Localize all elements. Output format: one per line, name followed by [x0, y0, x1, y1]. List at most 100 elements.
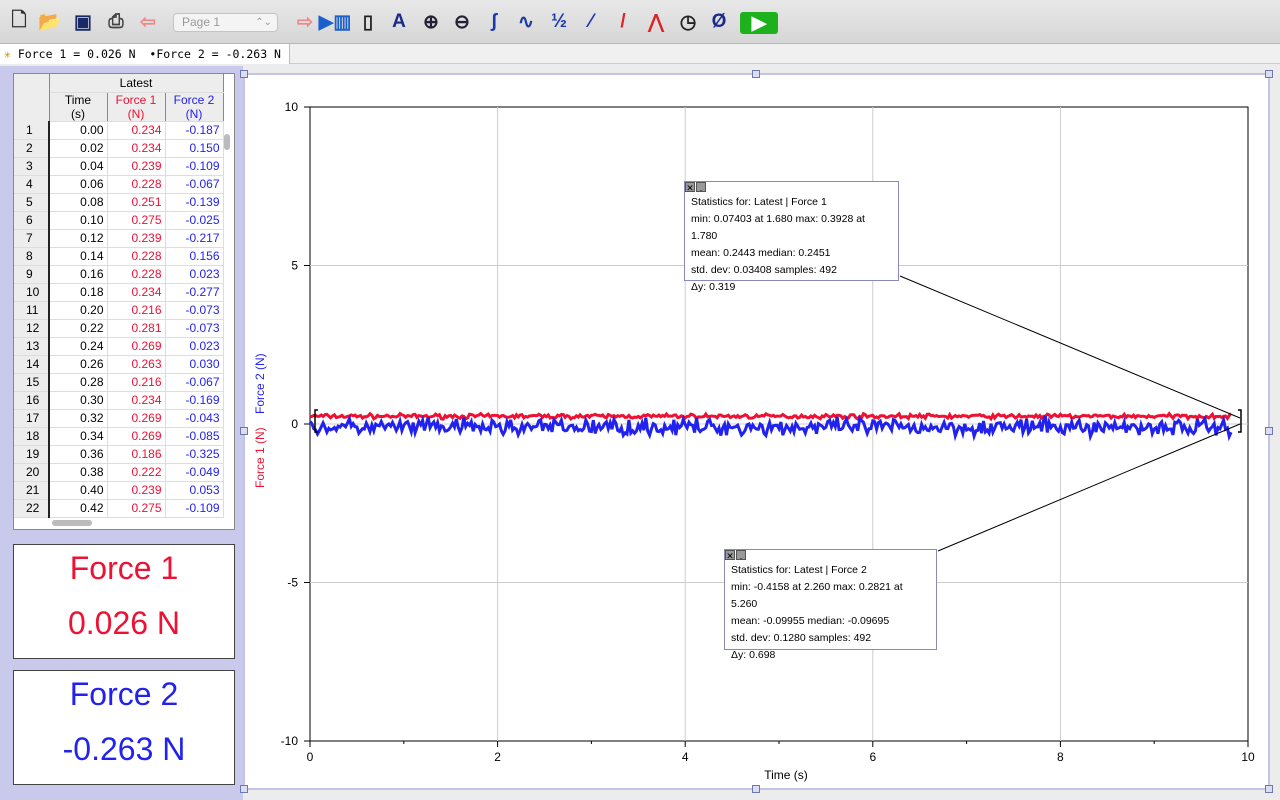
tangent-icon[interactable]: ⁄ — [578, 9, 604, 35]
force1-cell[interactable]: 0.281 — [107, 319, 166, 338]
force2-cell[interactable]: 0.023 — [165, 337, 224, 356]
linear-fit-icon[interactable]: / — [610, 9, 636, 35]
force1-cell[interactable]: 0.234 — [107, 283, 166, 302]
row-number[interactable]: 3 — [14, 157, 50, 176]
back-page-icon[interactable]: ⇦ — [135, 9, 161, 35]
time-cell[interactable]: 0.08 — [49, 193, 108, 212]
force1-cell[interactable]: 0.269 — [107, 409, 166, 428]
force1-cell[interactable]: 0.269 — [107, 337, 166, 356]
col-header-force2[interactable]: Force 2 (N) — [165, 92, 224, 122]
row-number[interactable]: 1 — [14, 121, 50, 140]
row-number[interactable]: 17 — [14, 409, 50, 428]
force2-cell[interactable]: -0.277 — [165, 283, 224, 302]
time-cell[interactable]: 0.36 — [49, 445, 108, 464]
time-cell[interactable]: 0.38 — [49, 463, 108, 482]
table-row[interactable]: 6 0.10 0.275 -0.025 — [14, 211, 224, 230]
close-icon[interactable]: ✕ — [685, 182, 695, 193]
force2-cell[interactable]: 0.030 — [165, 355, 224, 374]
time-cell[interactable]: 0.10 — [49, 211, 108, 230]
row-number[interactable]: 5 — [14, 193, 50, 212]
time-cell[interactable]: 0.34 — [49, 427, 108, 446]
force1-cell[interactable]: 0.234 — [107, 391, 166, 410]
force2-cell[interactable]: 0.023 — [165, 265, 224, 284]
time-cell[interactable]: 0.14 — [49, 247, 108, 266]
table-row[interactable]: 16 0.30 0.234 -0.169 — [14, 391, 224, 410]
row-number[interactable]: 14 — [14, 355, 50, 374]
time-cell[interactable]: 0.30 — [49, 391, 108, 410]
force1-cell[interactable]: 0.186 — [107, 445, 166, 464]
row-number[interactable]: 12 — [14, 319, 50, 338]
table-row[interactable]: 1 0.00 0.234 -0.187 — [14, 121, 224, 140]
row-number[interactable]: 2 — [14, 139, 50, 158]
table-row[interactable]: 8 0.14 0.228 0.156 — [14, 247, 224, 266]
data-table[interactable]: Latest Time (s) Force 1 (N) Force 2 (N) 1 0.… — [13, 73, 235, 530]
table-row[interactable]: 5 0.08 0.251 -0.139 — [14, 193, 224, 212]
time-cell[interactable]: 0.22 — [49, 319, 108, 338]
force2-cell[interactable]: -0.109 — [165, 157, 224, 176]
stats-box-force2[interactable]: ✕. Statistics for: Latest | Force 2 min:… — [724, 549, 937, 661]
options-icon[interactable]: . — [736, 550, 746, 561]
zoom-out-icon[interactable]: ⊖ — [449, 9, 475, 35]
table-row[interactable]: 4 0.06 0.228 -0.067 — [14, 175, 224, 194]
autoscale-icon[interactable]: A — [386, 9, 412, 35]
row-number[interactable]: 9 — [14, 265, 50, 284]
stats-box-force1[interactable]: ✕. Statistics for: Latest | Force 1 min:… — [684, 181, 899, 293]
resize-handle[interactable] — [240, 427, 248, 435]
table-row[interactable]: 22 0.42 0.275 -0.109 — [14, 499, 224, 518]
time-cell[interactable]: 0.18 — [49, 283, 108, 302]
force2-cell[interactable]: -0.217 — [165, 229, 224, 248]
resize-handle[interactable] — [240, 785, 248, 793]
save-icon[interactable]: ▣ — [70, 9, 96, 35]
resize-handle[interactable] — [1265, 70, 1273, 78]
forward-page-icon[interactable]: ⇨ — [292, 9, 318, 35]
row-number[interactable]: 7 — [14, 229, 50, 248]
row-number[interactable]: 8 — [14, 247, 50, 266]
table-row[interactable]: 18 0.34 0.269 -0.085 — [14, 427, 224, 446]
close-icon[interactable]: ✕ — [725, 550, 735, 561]
meter-force2[interactable]: Force 2 -0.263 N — [13, 670, 235, 785]
force2-cell[interactable]: -0.187 — [165, 121, 224, 140]
row-number[interactable]: 16 — [14, 391, 50, 410]
force2-cell[interactable]: -0.169 — [165, 391, 224, 410]
lab-interface-icon[interactable]: ▯ — [355, 9, 381, 35]
page-select[interactable]: Page 1 ⌃⌄ — [173, 13, 278, 32]
horizontal-scrollbar[interactable] — [52, 520, 92, 526]
force2-cell[interactable]: -0.049 — [165, 463, 224, 482]
examine-icon[interactable]: ʃ — [481, 9, 507, 35]
vertical-scrollbar[interactable] — [224, 134, 230, 150]
force2-cell[interactable]: -0.025 — [165, 211, 224, 230]
time-cell[interactable]: 0.42 — [49, 499, 108, 518]
integral-icon[interactable]: ½ — [546, 9, 572, 35]
new-file-icon[interactable]: 🗋 — [6, 9, 32, 35]
open-folder-icon[interactable]: 📂 — [37, 9, 63, 35]
force1-cell[interactable]: 0.251 — [107, 193, 166, 212]
row-number[interactable]: 10 — [14, 283, 50, 302]
table-row[interactable]: 2 0.02 0.234 0.150 — [14, 139, 224, 158]
resize-handle[interactable] — [752, 785, 760, 793]
time-cell[interactable]: 0.02 — [49, 139, 108, 158]
zero-icon[interactable]: Ø — [706, 9, 732, 35]
table-row[interactable]: 12 0.22 0.281 -0.073 — [14, 319, 224, 338]
options-icon[interactable]: . — [696, 182, 706, 193]
force1-cell[interactable]: 0.275 — [107, 211, 166, 230]
table-row[interactable]: 14 0.26 0.263 0.030 — [14, 355, 224, 374]
time-cell[interactable]: 0.04 — [49, 157, 108, 176]
meter-force1[interactable]: Force 1 0.026 N — [13, 544, 235, 659]
force2-cell[interactable]: -0.109 — [165, 499, 224, 518]
force2-cell[interactable]: 0.150 — [165, 139, 224, 158]
curve-fit-icon[interactable]: ⋀ — [643, 9, 669, 35]
force1-cell[interactable]: 0.234 — [107, 139, 166, 158]
time-cell[interactable]: 0.28 — [49, 373, 108, 392]
interpolate-icon[interactable]: ∿ — [513, 9, 539, 35]
data-browser-icon[interactable]: ▶▥ — [319, 9, 352, 35]
row-number[interactable]: 11 — [14, 301, 50, 320]
force1-cell[interactable]: 0.222 — [107, 463, 166, 482]
force1-cell[interactable]: 0.234 — [107, 121, 166, 140]
statistics-timer-icon[interactable]: ◷ — [675, 9, 701, 35]
time-cell[interactable]: 0.32 — [49, 409, 108, 428]
table-row[interactable]: 15 0.28 0.216 -0.067 — [14, 373, 224, 392]
time-cell[interactable]: 0.16 — [49, 265, 108, 284]
force1-cell[interactable]: 0.269 — [107, 427, 166, 446]
time-cell[interactable]: 0.24 — [49, 337, 108, 356]
row-number[interactable]: 22 — [14, 499, 50, 518]
